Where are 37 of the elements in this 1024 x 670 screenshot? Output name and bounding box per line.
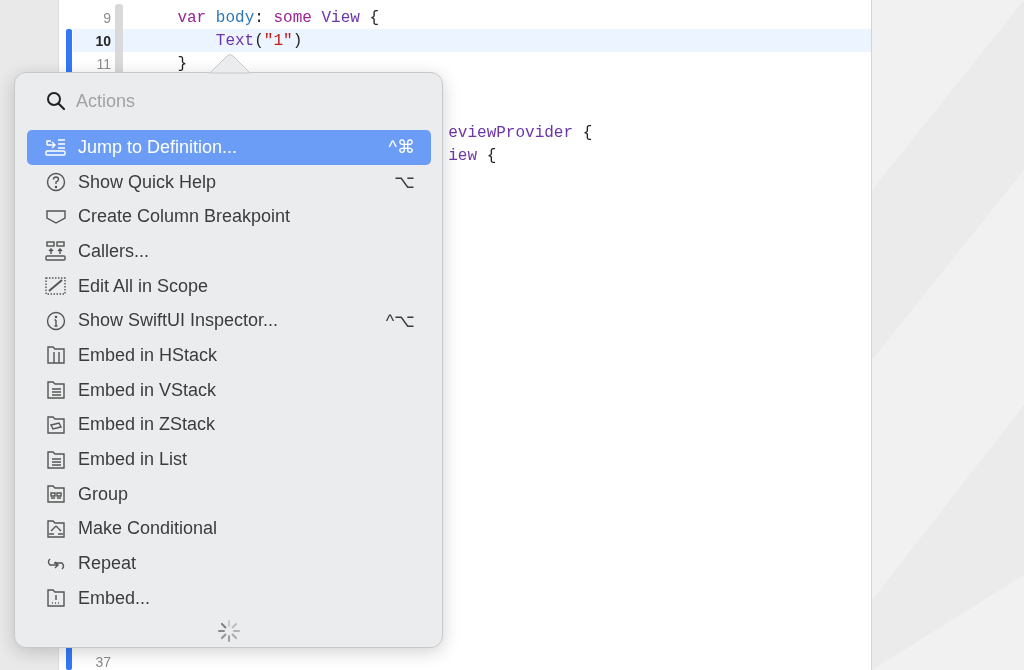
info-icon [44,309,68,332]
menu-item[interactable]: Embed in VStack [27,372,431,408]
tray-arrow-icon [44,136,68,159]
search-field[interactable]: Actions [76,90,276,112]
menu-item[interactable]: Make Conditional [27,511,431,547]
line-number: 9 [102,9,111,26]
shortcut-text: ^⌥ [385,309,415,332]
ellipsis-box-icon [44,587,68,610]
code-line: var body: some View { [176,8,380,27]
menu-item[interactable]: Repeat [27,546,431,581]
menu-item[interactable]: Edit All in Scope [27,268,431,304]
columns-icon [44,344,68,367]
line-number: 10 [94,32,111,49]
menu-item[interactable]: Embed in ZStack [27,407,431,443]
menu-item[interactable]: Show Quick Help ⌥ [27,164,431,200]
code-line: Text("1") [214,31,303,50]
menu-item[interactable]: Embed... [27,580,431,616]
menu-item[interactable]: Embed in List [27,442,431,477]
rows-icon [44,379,68,402]
menu-item[interactable]: Group [27,476,431,512]
menu-item[interactable]: Show SwiftUI Inspector... ^⌥ [27,303,431,339]
list-icon [44,448,68,471]
question-icon [44,171,68,194]
line-number: 37 [94,653,111,670]
menu-item[interactable]: Callers... [27,234,431,269]
search-icon [46,91,66,111]
code-line: iew { [448,146,497,165]
menu-item[interactable]: Create Column Breakpoint [27,199,431,235]
pencil-icon [44,275,68,298]
menu-item[interactable]: Embed in HStack [27,338,431,373]
boxes-arrows-icon [44,240,68,263]
shortcut-text: ⌥ [394,171,415,194]
code-line: eviewProvider { [448,123,593,142]
grid-icon [44,483,68,506]
shortcut-text: ^⌘ [388,136,415,159]
line-number: 11 [95,55,111,72]
code-line: } [176,54,187,73]
